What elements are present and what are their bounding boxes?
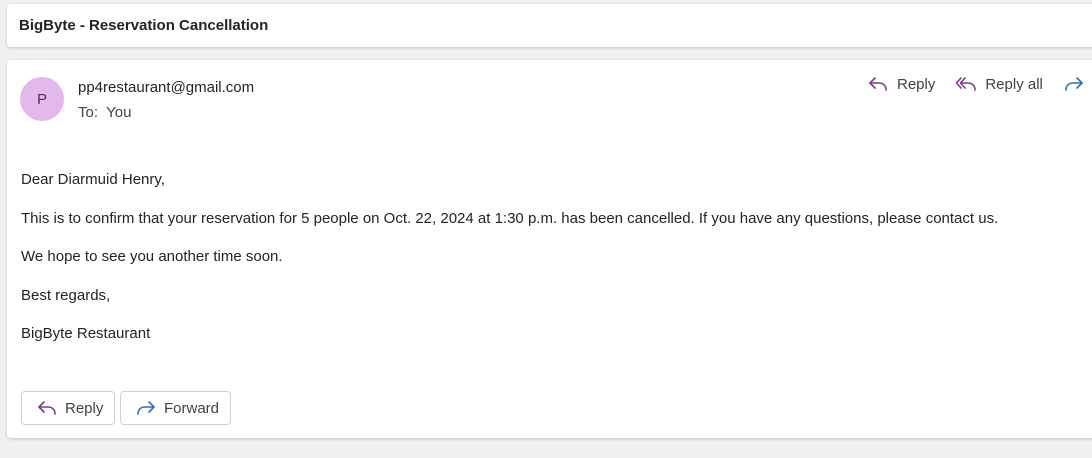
to-label: To:: [78, 104, 99, 121]
body-greeting: Dear Diarmuid Henry,: [21, 171, 165, 188]
forward-label: Forward: [164, 399, 220, 417]
recipient-line: To: You: [78, 104, 131, 121]
to-value[interactable]: You: [106, 104, 131, 121]
reply-all-button[interactable]: Reply all: [955, 74, 1043, 94]
sender-avatar[interactable]: P: [20, 77, 64, 121]
reply-button-bottom[interactable]: Reply: [21, 391, 115, 425]
reply-all-label: Reply all: [985, 75, 1043, 93]
reply-button[interactable]: Reply: [867, 74, 935, 94]
body-paragraph: We hope to see you another time soon.: [21, 248, 283, 265]
reply-icon: [36, 398, 58, 418]
forward-icon: [1063, 74, 1085, 94]
body-signoff: Best regards,: [21, 286, 111, 304]
body-paragraph: This is to confirm that your reservation…: [21, 209, 999, 227]
subject-bar: BigByte - Reservation Cancellation: [7, 4, 1092, 47]
reply-label: Reply: [65, 399, 104, 417]
message-body: Dear Diarmuid Henry, This is to confirm …: [21, 170, 998, 363]
reply-label: Reply: [897, 75, 936, 93]
email-subject: BigByte - Reservation Cancellation: [19, 17, 269, 34]
reply-icon: [867, 74, 889, 94]
avatar-initial: P: [36, 90, 47, 108]
forward-button[interactable]: Forward: [120, 391, 231, 425]
sender-address[interactable]: pp4restaurant@gmail.com: [78, 79, 254, 96]
message-actions: Reply Reply all: [867, 74, 1092, 94]
forward-button-top[interactable]: [1063, 74, 1092, 94]
forward-icon: [135, 398, 157, 418]
body-signature: BigByte Restaurant: [21, 325, 151, 342]
reply-all-icon: [955, 74, 977, 94]
message-card: P pp4restaurant@gmail.com To: You Reply …: [7, 60, 1092, 438]
